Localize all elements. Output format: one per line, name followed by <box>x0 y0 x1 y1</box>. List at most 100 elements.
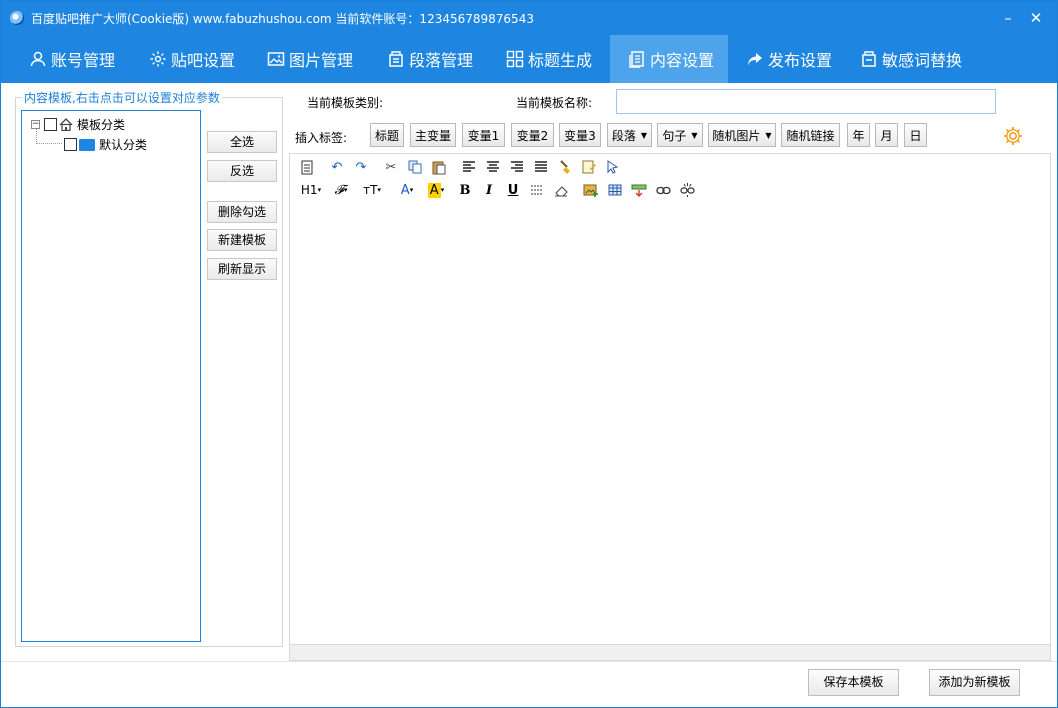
editor-content-area[interactable] <box>290 204 1050 644</box>
tab-label: 段落管理 <box>409 51 474 70</box>
insert-image-icon[interactable] <box>582 181 600 199</box>
tab-label: 贴吧设置 <box>171 51 236 70</box>
format-brush-icon[interactable] <box>556 158 574 176</box>
tab-publish-settings[interactable]: 发布设置 <box>746 35 832 83</box>
insert-row-icon[interactable] <box>630 181 648 199</box>
tag-variable3-button[interactable]: 变量3 <box>559 123 601 147</box>
tab-label: 图片管理 <box>289 51 354 70</box>
tab-paragraph-management[interactable]: 段落管理 <box>387 35 473 83</box>
editor-toolbar: ↶ ↷ ✂ H1 ▾ 𝓕 ▾ тT ▾ A ▾ A ▾ B I U <box>290 154 1050 204</box>
dropdown-caret-icon: ▾ <box>440 186 445 194</box>
window-title: 百度贴吧推广大师(Cookie版) www.fabuzhushou.com 当前… <box>31 12 534 26</box>
save-template-button[interactable]: 保存本模板 <box>808 669 899 696</box>
align-left-icon[interactable] <box>460 158 478 176</box>
main-window: 百度贴吧推广大师(Cookie版) www.fabuzhushou.com 当前… <box>0 0 1058 708</box>
checkbox[interactable] <box>44 118 57 131</box>
tree-node-default-category[interactable]: 默认分类 <box>64 136 147 153</box>
tab-title-generation[interactable]: 标题生成 <box>506 35 592 83</box>
app-logo-icon <box>10 11 24 25</box>
template-name-label: 当前模板名称: <box>516 96 593 110</box>
cut-icon[interactable]: ✂ <box>382 158 400 176</box>
tag-paragraph-dropdown[interactable]: 段落 ▼ <box>607 123 652 147</box>
font-color-dropdown[interactable]: A ▾ <box>396 181 418 199</box>
tab-content-settings[interactable]: 内容设置 <box>610 35 728 83</box>
tab-sensitive-word-replace[interactable]: 敏感词替换 <box>860 35 962 83</box>
tag-label: 随机链接 <box>786 128 835 143</box>
align-center-icon[interactable] <box>484 158 502 176</box>
italic-button[interactable]: I <box>480 181 498 199</box>
template-category-tree[interactable]: − 模板分类 默认分类 <box>21 110 201 642</box>
font-color-glyph: A <box>400 182 410 198</box>
tag-label: 随机图片 <box>712 128 761 143</box>
tree-connector <box>36 143 62 144</box>
tree-node-label: 默认分类 <box>99 138 148 152</box>
font-family-dropdown[interactable]: 𝓕 ▾ <box>330 181 352 199</box>
tag-label: 变量3 <box>564 128 596 143</box>
tree-node-root[interactable]: − 模板分类 <box>31 116 125 133</box>
tag-random-link-button[interactable]: 随机链接 <box>781 123 840 147</box>
tag-label: 月 <box>880 128 893 143</box>
collapse-toggle[interactable]: − <box>31 120 40 129</box>
image-icon <box>267 52 285 66</box>
tag-label: 变量1 <box>467 128 500 143</box>
copy-icon[interactable] <box>406 158 424 176</box>
main-nav: 账号管理 贴吧设置 图片管理 段落管理 标题生成 内容设置 发布设置 敏感词替换 <box>1 35 1057 83</box>
unlink-icon[interactable] <box>678 181 696 199</box>
select-all-button[interactable]: 全选 <box>207 131 277 153</box>
editor-status-bar <box>290 644 1050 660</box>
tag-label: 段落 <box>611 128 636 143</box>
heading-dropdown[interactable]: H1 ▾ <box>298 181 324 199</box>
tag-day-button[interactable]: 日 <box>904 123 927 147</box>
refresh-button[interactable]: 刷新显示 <box>207 258 277 280</box>
template-name-input[interactable] <box>616 89 996 114</box>
tree-node-label: 模板分类 <box>77 118 126 132</box>
tag-title-button[interactable]: 标题 <box>370 123 404 147</box>
background-color-glyph: A <box>427 182 441 198</box>
close-button[interactable]: ✕ <box>1025 7 1047 29</box>
tag-year-button[interactable]: 年 <box>847 123 870 147</box>
source-icon[interactable] <box>298 158 316 176</box>
checkbox[interactable] <box>64 138 77 151</box>
user-icon <box>30 51 46 67</box>
tag-variable2-button[interactable]: 变量2 <box>511 123 554 147</box>
tab-tieba-settings[interactable]: 贴吧设置 <box>149 35 235 83</box>
tab-image-management[interactable]: 图片管理 <box>267 35 353 83</box>
undo-icon[interactable]: ↶ <box>328 158 346 176</box>
eraser-icon[interactable] <box>552 181 570 199</box>
gear-icon <box>150 51 166 67</box>
paste-icon[interactable] <box>430 158 448 176</box>
select-icon[interactable] <box>604 158 622 176</box>
footer-divider <box>1 661 1057 662</box>
tag-label: 句子 <box>662 128 687 143</box>
dropdown-caret-icon: ▾ <box>409 186 414 194</box>
tag-month-button[interactable]: 月 <box>875 123 898 147</box>
table-icon[interactable] <box>606 181 624 199</box>
bold-button[interactable]: B <box>456 181 474 199</box>
tag-label: 标题 <box>374 128 399 143</box>
tag-sentence-dropdown[interactable]: 句子 ▼ <box>657 123 703 147</box>
background-color-dropdown[interactable]: A ▾ <box>424 181 448 199</box>
link-icon[interactable] <box>654 181 672 199</box>
justify-icon[interactable] <box>532 158 550 176</box>
share-arrow-icon <box>748 53 762 66</box>
tag-random-image-dropdown[interactable]: 随机图片 ▼ <box>708 123 776 147</box>
redo-icon[interactable]: ↷ <box>352 158 370 176</box>
tag-label: 主变量 <box>414 128 451 143</box>
tab-account-management[interactable]: 账号管理 <box>29 35 115 83</box>
tag-variable1-button[interactable]: 变量1 <box>462 123 505 147</box>
underline-button[interactable]: U <box>504 181 522 199</box>
delete-checked-button[interactable]: 删除勾选 <box>207 201 277 223</box>
align-right-icon[interactable] <box>508 158 526 176</box>
add-as-new-template-button[interactable]: 添加为新模板 <box>929 669 1020 696</box>
tag-main-variable-button[interactable]: 主变量 <box>410 123 456 147</box>
clear-format-icon[interactable] <box>580 158 598 176</box>
new-template-button[interactable]: 新建模板 <box>207 229 277 251</box>
tag-label: 日 <box>909 128 922 143</box>
strikethrough-icon[interactable] <box>528 181 546 199</box>
invert-selection-button[interactable]: 反选 <box>207 160 277 182</box>
tab-label: 账号管理 <box>51 51 116 70</box>
dropdown-caret-icon: ▾ <box>317 186 322 194</box>
font-size-dropdown[interactable]: тT ▾ <box>360 181 384 199</box>
gear-settings-icon[interactable] <box>1002 125 1024 147</box>
minimize-button[interactable]: – <box>997 7 1019 29</box>
